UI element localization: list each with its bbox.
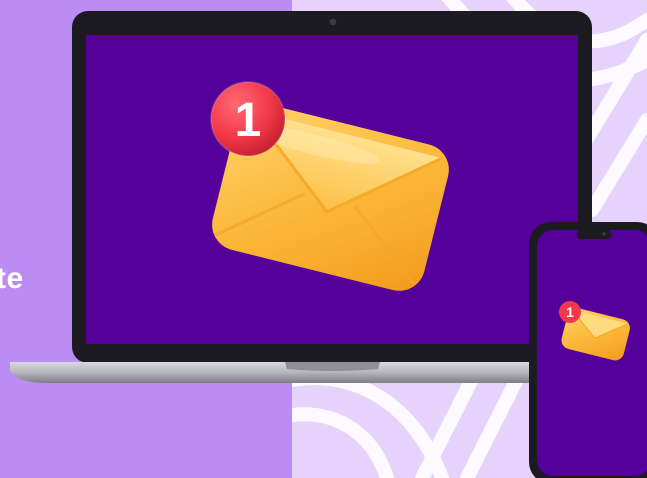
phone-notch [577, 230, 611, 239]
promo-scene: te 1 1 [0, 0, 647, 478]
smartphone: 1 [529, 222, 647, 478]
phone-badge-count: 1 [566, 304, 574, 320]
